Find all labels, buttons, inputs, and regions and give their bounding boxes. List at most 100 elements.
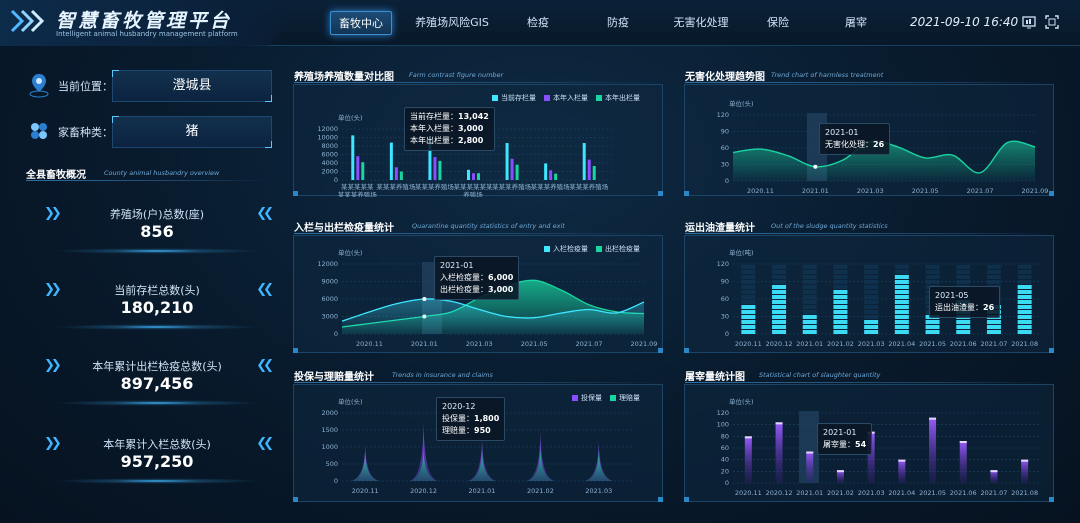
bar-segment[interactable] — [772, 290, 787, 294]
spike-mark[interactable] — [584, 450, 613, 481]
bar-segment[interactable] — [894, 325, 909, 329]
bar-segment[interactable] — [833, 295, 848, 299]
nav-tab-4[interactable]: 防疫 — [594, 11, 642, 35]
bar[interactable] — [1021, 459, 1029, 483]
bar-segment[interactable] — [894, 295, 909, 299]
bar-segment[interactable] — [802, 325, 817, 329]
bar-segment[interactable] — [741, 320, 756, 324]
bar[interactable] — [361, 162, 365, 180]
spike-mark[interactable] — [409, 448, 438, 481]
bar[interactable] — [515, 164, 519, 180]
monitor-icon[interactable] — [1022, 15, 1036, 29]
bar[interactable] — [898, 459, 906, 483]
bar-segment[interactable] — [1017, 300, 1032, 304]
bar-segment[interactable] — [864, 320, 879, 324]
bar[interactable] — [477, 173, 480, 180]
bar[interactable] — [438, 160, 442, 180]
bar-segment[interactable] — [894, 290, 909, 294]
nav-tab-1[interactable]: 畜牧中心 — [330, 11, 392, 35]
bar-segment[interactable] — [802, 315, 817, 319]
bar-segment[interactable] — [833, 325, 848, 329]
bar-segment[interactable] — [1017, 310, 1032, 314]
bar[interactable] — [775, 422, 783, 483]
bar-segment[interactable] — [894, 315, 909, 319]
bar-segment[interactable] — [986, 320, 1001, 324]
bar-segment[interactable] — [772, 300, 787, 304]
bar-segment[interactable] — [894, 280, 909, 284]
bar[interactable] — [351, 135, 355, 180]
bar-segment[interactable] — [833, 300, 848, 304]
bar-segment[interactable] — [894, 285, 909, 289]
bar-segment[interactable] — [1017, 290, 1032, 294]
bar-segment[interactable] — [956, 325, 971, 329]
spike-mark[interactable] — [468, 450, 496, 481]
bar[interactable] — [959, 441, 967, 483]
bar-segment[interactable] — [925, 325, 940, 329]
bar-segment[interactable] — [741, 305, 756, 309]
location-select[interactable]: 澄城县 — [112, 70, 272, 102]
nav-tab-3[interactable]: 检疫 — [515, 11, 561, 35]
bar-segment[interactable] — [772, 320, 787, 324]
bar-segment[interactable] — [833, 315, 848, 319]
bar-segment[interactable] — [772, 330, 787, 334]
bar-segment[interactable] — [772, 325, 787, 329]
bar-segment[interactable] — [864, 325, 879, 329]
bar-segment[interactable] — [925, 320, 940, 324]
bar[interactable] — [472, 173, 475, 180]
bar-segment[interactable] — [802, 320, 817, 324]
bar-segment[interactable] — [956, 330, 971, 334]
bar[interactable] — [399, 171, 403, 181]
data-point[interactable] — [422, 297, 427, 301]
bar-segment[interactable] — [894, 320, 909, 324]
bar[interactable] — [394, 167, 398, 180]
bar-segment[interactable] — [986, 325, 1001, 329]
bar-segment[interactable] — [894, 300, 909, 304]
bar-segment[interactable] — [772, 285, 787, 289]
bar-segment[interactable] — [1017, 320, 1032, 324]
bar-segment[interactable] — [1017, 330, 1032, 334]
bar-segment[interactable] — [772, 295, 787, 299]
bar-segment[interactable] — [1017, 325, 1032, 329]
bar-segment[interactable] — [772, 315, 787, 319]
bar[interactable] — [505, 143, 509, 180]
bar-segment[interactable] — [833, 305, 848, 309]
bar-segment[interactable] — [864, 330, 879, 334]
bar-segment[interactable] — [741, 330, 756, 334]
bar[interactable] — [433, 157, 437, 180]
bar[interactable] — [806, 451, 814, 484]
bar[interactable] — [544, 163, 548, 180]
bar[interactable] — [582, 143, 586, 180]
bar[interactable] — [744, 436, 752, 483]
bar-segment[interactable] — [1017, 305, 1032, 309]
nav-tab-2[interactable]: 养殖场风险GIS — [408, 11, 496, 35]
bar-segment[interactable] — [986, 330, 1001, 334]
bar-segment[interactable] — [833, 330, 848, 334]
bar-segment[interactable] — [741, 325, 756, 329]
bar[interactable] — [554, 173, 558, 180]
bar-segment[interactable] — [741, 310, 756, 314]
bar-segment[interactable] — [894, 275, 909, 279]
bar[interactable] — [467, 169, 470, 180]
spike-mark[interactable] — [351, 452, 380, 481]
data-point[interactable] — [813, 164, 818, 169]
bar-segment[interactable] — [894, 330, 909, 334]
bar-segment[interactable] — [1017, 315, 1032, 319]
bar-segment[interactable] — [925, 330, 940, 334]
bar[interactable] — [389, 142, 393, 180]
nav-tab-6[interactable]: 保险 — [754, 11, 802, 35]
bar-segment[interactable] — [1017, 285, 1032, 289]
bar[interactable] — [592, 165, 596, 180]
bar[interactable] — [510, 158, 514, 180]
bar-segment[interactable] — [1017, 295, 1032, 299]
bar[interactable] — [549, 170, 553, 180]
bar-segment[interactable] — [772, 310, 787, 314]
bar-segment[interactable] — [833, 310, 848, 314]
bar-segment[interactable] — [956, 320, 971, 324]
bar-segment[interactable] — [741, 315, 756, 319]
bar-segment[interactable] — [772, 305, 787, 309]
livestock-select[interactable]: 猪 — [112, 116, 272, 148]
nav-tab-7[interactable]: 屠宰 — [834, 11, 878, 35]
bar[interactable] — [929, 417, 937, 483]
bar-segment[interactable] — [894, 305, 909, 309]
bar[interactable] — [356, 156, 360, 180]
